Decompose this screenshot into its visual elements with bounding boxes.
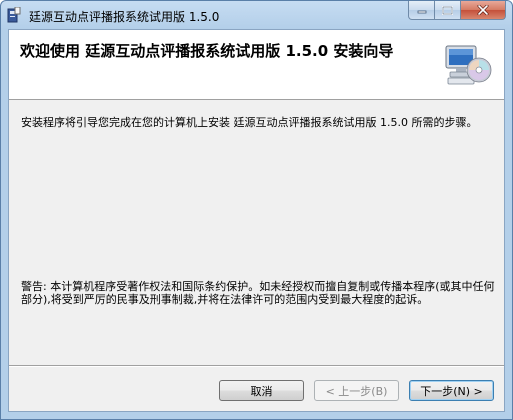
dialog-client-area: 欢迎使用 廷源互动点评播报系统试用版 1.5.0 安装向导 安装程序将引导您完成… [8, 29, 505, 412]
window-title: 廷源互动点评播报系统试用版 1.5.0 [29, 10, 220, 24]
close-icon [477, 5, 489, 15]
intro-text: 安装程序将引导您完成在您的计算机上安装 廷源互动点评播报系统试用版 1.5.0 … [21, 116, 478, 129]
maximize-icon [442, 5, 453, 15]
wizard-header: 欢迎使用 廷源互动点评播报系统试用版 1.5.0 安装向导 [9, 30, 504, 100]
page-title: 欢迎使用 廷源互动点评播报系统试用版 1.5.0 安装向导 [20, 42, 394, 60]
next-button[interactable]: 下一步(N) > [409, 380, 494, 401]
installer-window: 廷源互动点评播报系统试用版 1.5.0 欢迎使用 廷源互动点评播报系统试用版 1… [0, 0, 513, 420]
maximize-button[interactable] [435, 1, 461, 20]
computer-with-cd-icon [445, 45, 492, 85]
close-button[interactable] [461, 1, 506, 20]
copyright-warning-text: 警告: 本计算机程序受著作权法和国际条约保护。如未经授权而擅自复制或传播本程序(… [21, 280, 495, 306]
back-button[interactable]: < 上一步(B) [314, 380, 399, 401]
title-bar[interactable]: 廷源互动点评播报系统试用版 1.5.0 [1, 1, 512, 29]
cancel-button[interactable]: 取消 [219, 380, 304, 401]
minimize-button[interactable] [408, 1, 435, 20]
caption-buttons [408, 1, 506, 21]
footer-separator [9, 365, 504, 367]
installer-app-icon [7, 7, 21, 23]
minimize-icon [417, 10, 426, 14]
